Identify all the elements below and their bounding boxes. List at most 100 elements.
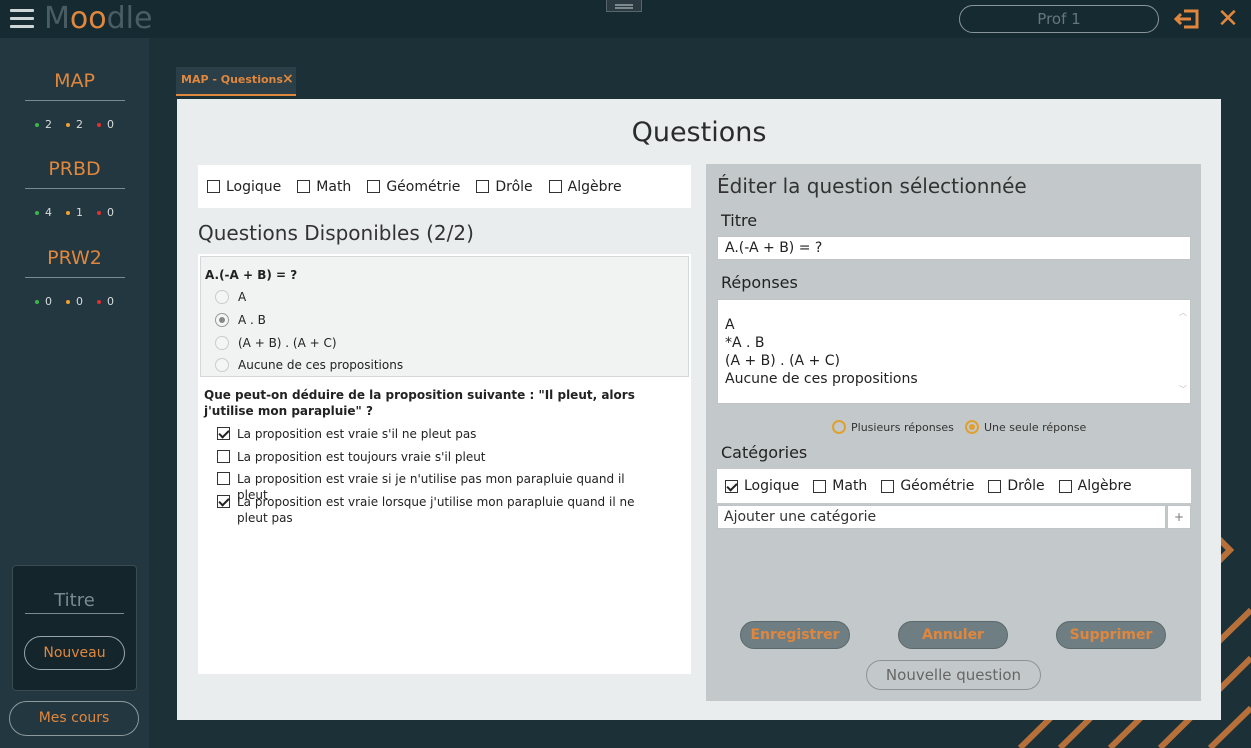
course-stats: 2 2 0 [0,118,149,131]
category-label: Math [832,478,868,494]
delete-button[interactable]: Supprimer [1056,621,1166,649]
scrollbar[interactable]: ︿ ﹀ [1179,304,1187,399]
stat-red: 0 [107,206,114,219]
course-stats: 0 0 0 [0,295,149,308]
category-algebre[interactable]: Algèbre [1058,478,1132,494]
radio-button[interactable] [215,336,229,350]
answer-option[interactable]: A . B [215,313,266,327]
stat-orange: 2 [76,118,83,131]
checkbox[interactable] [217,427,230,440]
tab-close-icon[interactable]: × [282,71,294,87]
checkbox[interactable] [881,479,895,493]
divider [24,100,125,101]
radio-button[interactable] [965,420,979,434]
answer-option[interactable]: A [215,290,246,304]
option-label: La proposition est vraie lorsque j'utili… [237,495,635,525]
filter-algebre[interactable]: Algèbre [548,179,622,195]
question-item-selected[interactable]: A.(-A + B) = ? A A . B (A + B) . (A + C)… [200,256,689,377]
single-answer-option[interactable]: Une seule réponse [965,420,1086,434]
scroll-down-icon[interactable]: ﹀ [1179,381,1187,399]
option-label: La proposition est vraie s'il ne pleut p… [237,427,477,441]
cancel-button[interactable]: Annuler [898,621,1008,649]
add-category-button[interactable]: + [1167,505,1191,529]
course-name[interactable]: MAP [0,66,149,96]
filter-geometrie[interactable]: Géométrie [367,179,460,195]
category-math[interactable]: Math [813,478,867,494]
course-name[interactable]: PRW2 [0,243,149,273]
checkbox[interactable] [548,180,562,193]
tab-map-questions[interactable]: MAP - Questions × [176,67,296,96]
category-drole[interactable]: Drôle [988,478,1045,494]
sidebar-course-prbd[interactable]: PRBD 4 1 0 [0,154,149,219]
answer-option[interactable]: (A + B) . (A + C) [215,336,337,350]
option-label: Une seule réponse [984,420,1087,434]
radio-button[interactable] [832,420,846,434]
logout-icon[interactable] [1174,8,1200,30]
hamburger-menu-icon[interactable] [10,9,34,29]
checkbox[interactable] [217,472,230,485]
stat-red: 0 [107,295,114,308]
checkbox[interactable] [217,495,230,508]
category-logique[interactable]: Logique [725,478,799,494]
course-title-input[interactable]: Titre [25,590,124,614]
add-category-input[interactable]: Ajouter une catégorie [717,505,1166,529]
new-course-box: Titre Nouveau [12,565,137,691]
checkbox[interactable] [297,180,311,193]
checkbox[interactable] [725,479,738,493]
editor-title: Éditer la question sélectionnée [717,174,1027,198]
stat-green: 4 [45,206,52,219]
stat-orange: 1 [76,206,83,219]
filter-math[interactable]: Math [297,179,351,195]
stat-red: 0 [107,118,114,131]
category-geometrie[interactable]: Géométrie [881,478,974,494]
question-text: Que peut-on déduire de la proposition su… [204,388,635,418]
scroll-up-icon[interactable]: ︿ [1179,304,1187,322]
answers-textarea[interactable]: A *A . B (A + B) . (A + C) Aucune de ces… [717,299,1191,404]
checkbox[interactable] [813,479,827,493]
question-list: A.(-A + B) = ? A A . B (A + B) . (A + C)… [198,254,691,674]
radio-button[interactable] [215,313,229,327]
checkbox[interactable] [367,180,381,193]
answer-option[interactable]: La proposition est toujours vraie s'il p… [217,449,637,465]
checkbox[interactable] [1058,479,1072,493]
divider [24,277,125,278]
categories-label: Catégories [721,443,808,462]
save-button[interactable]: Enregistrer [740,621,850,649]
green-dot-icon [35,122,39,127]
orange-dot-icon [66,210,70,215]
filter-logique[interactable]: Logique [207,179,281,195]
sidebar-course-map[interactable]: MAP 2 2 0 [0,66,149,131]
drag-handle-icon[interactable] [606,0,642,12]
answer-option[interactable]: La proposition est vraie s'il ne pleut p… [217,426,637,442]
divider [24,188,125,189]
title-input[interactable]: A.(-A + B) = ? [717,236,1191,260]
checkbox[interactable] [476,180,490,193]
sidebar-course-prw2[interactable]: PRW2 0 0 0 [0,243,149,308]
close-icon[interactable]: ✕ [1215,6,1241,32]
course-name[interactable]: PRBD [0,154,149,184]
stat-green: 0 [45,295,52,308]
new-question-button[interactable]: Nouvelle question [866,660,1041,690]
checkbox[interactable] [207,180,220,193]
radio-button[interactable] [215,358,229,372]
option-label: La proposition est toujours vraie s'il p… [237,450,486,464]
category-label: Drôle [1007,478,1045,494]
red-dot-icon [97,299,101,304]
category-filter-bar: Logique Math Géométrie Drôle Algèbre [198,165,691,208]
radio-button[interactable] [215,290,229,304]
new-course-button[interactable]: Nouveau [24,636,125,670]
stat-green: 2 [45,118,52,131]
checkbox[interactable] [217,450,230,463]
answer-option[interactable]: Aucune de ces propositions [215,358,403,372]
option-label: Aucune de ces propositions [238,358,404,372]
filter-drole[interactable]: Drôle [476,179,533,195]
answer-option[interactable]: La proposition est vraie lorsque j'utili… [217,494,637,526]
my-courses-button[interactable]: Mes cours [9,701,139,736]
multi-answer-option[interactable]: Plusieurs réponses [832,420,954,434]
main-panel: Questions Logique Math Géométrie Drôle A… [177,99,1221,720]
category-label: Logique [744,478,800,494]
title-label: Titre [721,211,758,230]
answer-line: *A . B [725,335,765,351]
checkbox[interactable] [988,479,1002,493]
category-label: Géométrie [900,478,975,494]
